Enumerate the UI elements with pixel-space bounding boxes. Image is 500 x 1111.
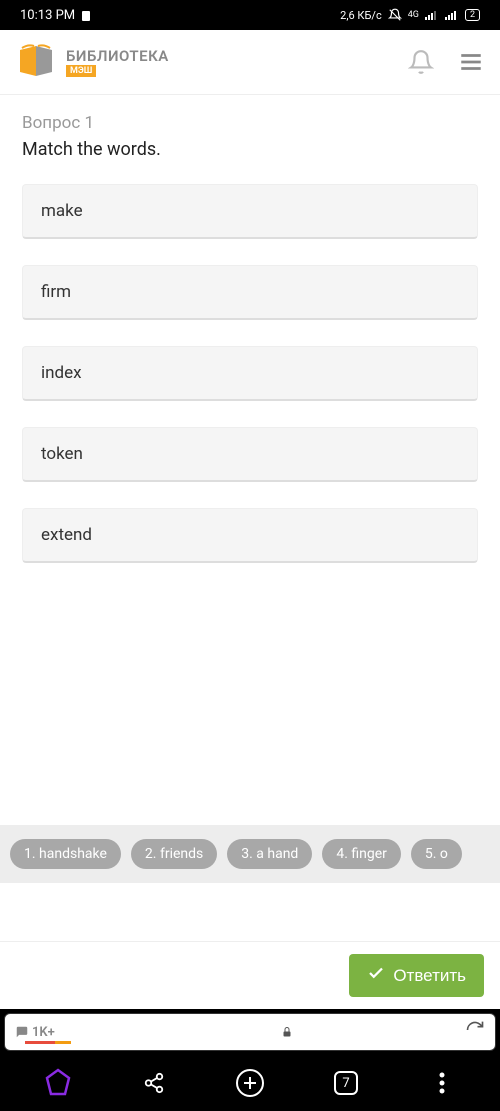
option-label: token bbox=[41, 444, 83, 464]
signal-icon-2 bbox=[445, 10, 459, 20]
chip-label: 4. finger bbox=[336, 846, 387, 862]
chip-label: 2. friends bbox=[145, 846, 203, 862]
lock-icon bbox=[123, 1025, 451, 1039]
brand: БИБЛИОТЕКА МЭШ bbox=[66, 47, 398, 77]
status-right: 2,6 КБ/с 4G 2 bbox=[340, 8, 480, 22]
submit-button[interactable]: Ответить bbox=[349, 954, 484, 997]
option-card[interactable]: index bbox=[22, 346, 478, 401]
question-number: Вопрос 1 bbox=[22, 113, 478, 133]
nav-bar: 7 bbox=[0, 1055, 500, 1111]
option-label: firm bbox=[41, 282, 71, 302]
data-rate: 2,6 КБ/с bbox=[340, 9, 382, 22]
question-text: Match the words. bbox=[22, 139, 478, 160]
status-time: 10:13 PM bbox=[20, 8, 75, 23]
more-icon[interactable] bbox=[422, 1063, 462, 1103]
sim-icon bbox=[81, 9, 91, 21]
submit-bar: Ответить bbox=[0, 941, 500, 1009]
option-card[interactable]: extend bbox=[22, 508, 478, 563]
chip-label: 1. handshake bbox=[24, 846, 107, 862]
submit-label: Ответить bbox=[393, 966, 466, 986]
option-label: index bbox=[41, 363, 82, 383]
question-area: Вопрос 1 Match the words. make firm inde… bbox=[0, 95, 500, 941]
chip-label: 5. o bbox=[425, 846, 448, 862]
option-card[interactable]: make bbox=[22, 184, 478, 239]
brand-badge: МЭШ bbox=[66, 65, 96, 77]
chip[interactable]: 3. a hand bbox=[227, 839, 312, 869]
option-card[interactable]: token bbox=[22, 427, 478, 482]
bell-icon[interactable] bbox=[408, 49, 434, 75]
chip[interactable]: 2. friends bbox=[131, 839, 217, 869]
option-label: make bbox=[41, 201, 83, 221]
check-icon bbox=[367, 964, 385, 987]
answer-chips: 1. handshake 2. friends 3. a hand 4. fin… bbox=[0, 825, 500, 883]
tabs-icon[interactable]: 7 bbox=[326, 1063, 366, 1103]
brand-title: БИБЛИОТЕКА bbox=[66, 47, 398, 65]
header: БИБЛИОТЕКА МЭШ bbox=[0, 30, 500, 95]
option-label: extend bbox=[41, 525, 92, 545]
comments-badge[interactable]: 1K+ bbox=[15, 1025, 55, 1040]
url-progress bbox=[69, 1031, 109, 1034]
app-content: БИБЛИОТЕКА МЭШ Вопрос 1 Match the words.… bbox=[0, 30, 500, 1009]
chip-label: 3. a hand bbox=[241, 846, 298, 862]
comments-count: 1K+ bbox=[32, 1025, 55, 1040]
yandex-home-icon[interactable] bbox=[38, 1063, 78, 1103]
share-icon[interactable] bbox=[134, 1063, 174, 1103]
chip[interactable]: 5. o bbox=[411, 839, 462, 869]
chip[interactable]: 1. handshake bbox=[10, 839, 121, 869]
mute-icon bbox=[388, 8, 402, 22]
tab-count-label: 7 bbox=[342, 1076, 349, 1091]
network-type: 4G bbox=[408, 10, 419, 20]
logo-icon[interactable] bbox=[16, 42, 56, 82]
status-bar: 10:13 PM 2,6 КБ/с 4G 2 bbox=[0, 0, 500, 30]
add-icon[interactable] bbox=[230, 1063, 270, 1103]
chip[interactable]: 4. finger bbox=[322, 839, 401, 869]
signal-icon-1 bbox=[425, 10, 439, 20]
menu-icon[interactable] bbox=[458, 49, 484, 75]
status-left: 10:13 PM bbox=[20, 8, 91, 23]
option-card[interactable]: firm bbox=[22, 265, 478, 320]
reload-icon[interactable] bbox=[465, 1020, 485, 1044]
browser-url-bar[interactable]: 1K+ bbox=[4, 1013, 496, 1051]
battery-icon: 2 bbox=[465, 9, 480, 21]
